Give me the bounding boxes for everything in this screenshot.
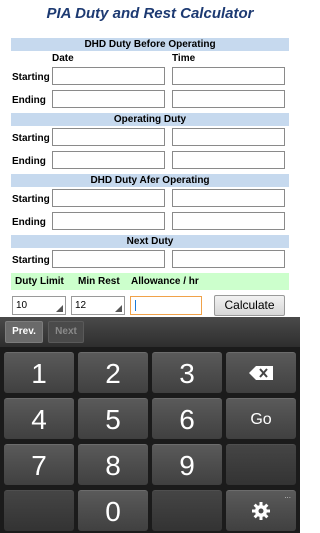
key-8[interactable]: 8 (78, 444, 148, 485)
key-7[interactable]: 7 (4, 444, 74, 485)
duty-limit-spinner[interactable]: 10 (12, 296, 66, 315)
keyboard-toolbar (0, 317, 300, 347)
numeric-keyboard: 1 2 3 4 5 6 Go 7 8 9 0 ... (0, 347, 300, 533)
blank-key (226, 444, 296, 485)
next-field-button[interactable]: Next (48, 321, 84, 343)
operating-end-time-field[interactable] (172, 151, 285, 169)
operating-start-date-field[interactable] (52, 128, 165, 146)
duty-limit-value: 10 (16, 300, 28, 311)
dhd-after-ending-label: Ending (12, 217, 46, 228)
dhd-before-end-date-field[interactable] (52, 90, 165, 108)
gear-icon (252, 502, 270, 520)
operating-ending-label: Ending (12, 156, 46, 167)
min-rest-spinner[interactable]: 12 (71, 296, 125, 315)
backspace-icon (249, 366, 273, 380)
dhd-after-end-date-field[interactable] (52, 212, 165, 230)
blank-key (4, 490, 74, 531)
key-1[interactable]: 1 (4, 352, 74, 393)
next-starting-label: Starting (12, 255, 50, 266)
dhd-after-end-time-field[interactable] (172, 212, 285, 230)
dhd-after-start-date-field[interactable] (52, 189, 165, 207)
section-next-duty: Next Duty (11, 235, 289, 248)
operating-end-date-field[interactable] (52, 151, 165, 169)
settings-key[interactable]: ... (226, 490, 296, 531)
calculate-button[interactable]: Calculate (214, 295, 285, 316)
allowance-label: Allowance / hr (131, 276, 199, 287)
duty-limit-label: Duty Limit (15, 276, 64, 287)
key-4[interactable]: 4 (4, 398, 74, 439)
more-indicator: ... (284, 491, 291, 500)
section-dhd-after: DHD Duty Afer Operating (11, 174, 289, 187)
min-rest-value: 12 (75, 300, 87, 311)
key-5[interactable]: 5 (78, 398, 148, 439)
dhd-before-ending-label: Ending (12, 95, 46, 106)
dhd-before-start-time-field[interactable] (172, 67, 285, 85)
blank-key (152, 490, 222, 531)
text-cursor (135, 300, 136, 311)
next-start-date-field[interactable] (52, 250, 165, 268)
section-operating: Operating Duty (11, 113, 289, 126)
next-start-time-field[interactable] (172, 250, 285, 268)
operating-starting-label: Starting (12, 133, 50, 144)
limits-header-bar: Duty Limit Min Rest Allowance / hr (11, 273, 289, 290)
dhd-before-starting-label: Starting (12, 72, 50, 83)
app-title: PIA Duty and Rest Calculator (46, 5, 254, 22)
column-time-label: Time (172, 53, 196, 64)
key-6[interactable]: 6 (152, 398, 222, 439)
section-dhd-before: DHD Duty Before Operating (11, 38, 289, 51)
allowance-input[interactable] (130, 296, 202, 315)
dhd-before-start-date-field[interactable] (52, 67, 165, 85)
key-3[interactable]: 3 (152, 352, 222, 393)
spinner-arrow-icon (115, 305, 122, 312)
dhd-before-end-time-field[interactable] (172, 90, 285, 108)
dhd-after-starting-label: Starting (12, 194, 50, 205)
key-9[interactable]: 9 (152, 444, 222, 485)
backspace-key[interactable] (226, 352, 296, 393)
column-date-label: Date (52, 53, 74, 64)
spinner-arrow-icon (56, 305, 63, 312)
operating-start-time-field[interactable] (172, 128, 285, 146)
go-key[interactable]: Go (226, 398, 296, 439)
min-rest-label: Min Rest (78, 276, 120, 287)
key-0[interactable]: 0 (78, 490, 148, 531)
prev-field-button[interactable]: Prev. (5, 321, 43, 343)
key-2[interactable]: 2 (78, 352, 148, 393)
dhd-after-start-time-field[interactable] (172, 189, 285, 207)
